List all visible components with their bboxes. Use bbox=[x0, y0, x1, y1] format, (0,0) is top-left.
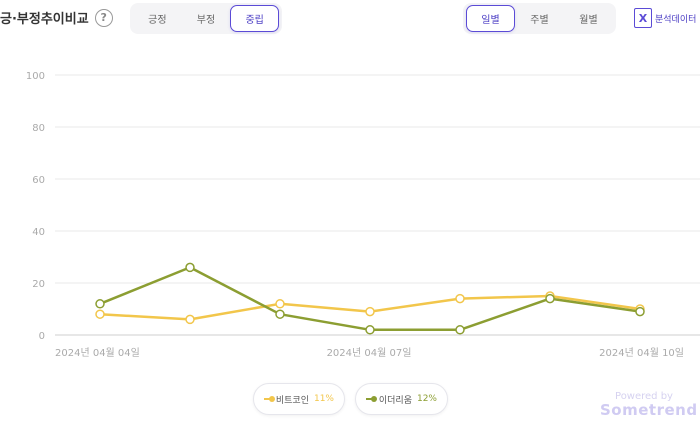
tab-weekly[interactable]: 주별 bbox=[515, 5, 564, 32]
page-title: 긍·부정추이비교 bbox=[0, 12, 89, 27]
tab-monthly[interactable]: 월별 bbox=[564, 5, 613, 32]
line-chart: 100 80 60 40 20 0 2024년 04월 04일 2024년 04월 07일 20… bbox=[26, 71, 700, 359]
x-tick-label: 2024년 04월 10일 bbox=[599, 347, 684, 359]
excel-icon: X bbox=[634, 8, 652, 28]
period-tabs: 일별 주별 월별 bbox=[463, 3, 616, 34]
y-tick-label: 100 bbox=[26, 71, 45, 82]
data-point-1 bbox=[365, 306, 375, 317]
legend-marker-2 bbox=[366, 396, 377, 402]
legend-marker-1 bbox=[264, 396, 275, 402]
sentiment-tabs: 긍정 부정 중립 bbox=[130, 3, 282, 34]
data-point-2 bbox=[275, 309, 285, 319]
data-point-2 bbox=[185, 262, 195, 273]
y-tick-label: 60 bbox=[32, 175, 45, 186]
export-label: 분석데이터 bbox=[655, 14, 697, 25]
powered-by-badge: Powered by Sometrend bbox=[600, 391, 698, 419]
data-point-1 bbox=[95, 309, 105, 319]
x-tick-label: 2024년 04월 07일 bbox=[327, 347, 412, 359]
data-point-1 bbox=[185, 314, 195, 325]
help-icon[interactable]: ? bbox=[94, 8, 113, 27]
data-point-2 bbox=[365, 325, 375, 335]
y-tick-label: 0 bbox=[39, 331, 45, 342]
legend-label-2: 이더리움 bbox=[378, 395, 412, 406]
data-point-2 bbox=[635, 306, 645, 317]
data-point-2 bbox=[455, 325, 465, 335]
series-line-2 bbox=[99, 266, 641, 332]
data-point-2 bbox=[95, 299, 105, 309]
legend-pct-2: 12% bbox=[416, 394, 437, 404]
y-tick-label: 20 bbox=[32, 279, 45, 290]
legend-item-series-1[interactable]: 비트코인 11% bbox=[253, 383, 345, 415]
tab-neutral[interactable]: 중립 bbox=[230, 5, 280, 32]
chart-header: 긍·부정추이비교 ? bbox=[0, 8, 113, 27]
tab-daily[interactable]: 일별 bbox=[466, 5, 515, 32]
legend-label-1: 비트코인 bbox=[275, 395, 309, 406]
data-point-2 bbox=[545, 293, 555, 304]
tab-positive[interactable]: 긍정 bbox=[133, 5, 182, 32]
x-tick-label: 2024년 04월 04일 bbox=[55, 347, 140, 359]
legend-pct-1: 11% bbox=[313, 394, 334, 404]
legend-item-series-2[interactable]: 이더리움 12% bbox=[355, 383, 448, 415]
tab-negative[interactable]: 부정 bbox=[182, 5, 231, 32]
data-point-1 bbox=[275, 299, 285, 309]
y-tick-label: 80 bbox=[32, 123, 45, 134]
brand-logo: Sometrend bbox=[600, 401, 698, 419]
y-tick-label: 40 bbox=[32, 227, 45, 238]
export-data-button[interactable]: X 분석데이터 bbox=[634, 8, 696, 28]
data-point-1 bbox=[455, 293, 465, 304]
